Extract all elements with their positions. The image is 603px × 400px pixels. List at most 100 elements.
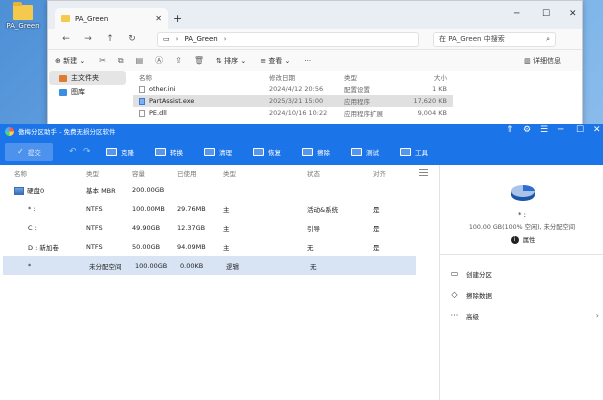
- up-icon[interactable]: ↑: [99, 34, 121, 44]
- address-path: PA_Green: [184, 35, 218, 43]
- app-logo-icon: [5, 126, 14, 136]
- column-header-date[interactable]: 修改日期: [269, 72, 344, 82]
- partition-row[interactable]: * : NTFS 100.00MB 29.76MB 主 活动&系统 是: [0, 199, 438, 218]
- explorer-tab-bar: PA_Green ✕ + ─ ☐ ✕: [48, 1, 582, 29]
- new-button[interactable]: ⊕ 新建 ⌄: [55, 56, 85, 66]
- column-header-type[interactable]: 类型: [223, 168, 307, 178]
- chevron-right-icon: ›: [595, 311, 599, 320]
- redo-icon[interactable]: ↷: [83, 147, 97, 157]
- partition-row[interactable]: C : NTFS 49.90GB 12.37GB 主 引导 是: [0, 218, 438, 237]
- partition-assistant-window: 傲梅分区助手 - 免费无损分区软件 ⇑ ⚙ ☰ ─ ☐ ✕ ✓ 提交 ↶ ↷ 克…: [0, 124, 603, 400]
- app-icon: [139, 97, 145, 105]
- column-header-size[interactable]: 大小: [409, 72, 447, 82]
- minimize-icon[interactable]: ─: [514, 9, 519, 19]
- menu-icon[interactable]: ☰: [540, 125, 548, 135]
- settings-icon[interactable]: ⚙: [523, 125, 531, 135]
- column-header-align[interactable]: 对齐: [373, 168, 413, 178]
- wipe-button[interactable]: 擦除: [302, 147, 342, 157]
- column-header-used[interactable]: 已使用: [177, 168, 223, 178]
- file-row[interactable]: PartAssist.exe 2025/3/21 15:00 应用程序 17,6…: [133, 95, 453, 107]
- sidebar-item-gallery[interactable]: 图库: [49, 85, 126, 99]
- share-icon[interactable]: ⇪: [175, 56, 182, 65]
- partition-info: * : 100.00 GB(100% 空闲), 未分配空间 i 属性: [440, 165, 603, 255]
- undo-icon[interactable]: ↶: [69, 147, 83, 157]
- clone-icon: [106, 147, 117, 156]
- address-bar[interactable]: ▭ › PA_Green ›: [157, 31, 419, 47]
- create-partition-icon: ▭: [450, 269, 459, 278]
- selected-partition-capacity: 100.00 GB(100% 空闲), 未分配空间: [468, 224, 576, 231]
- test-icon: [351, 147, 362, 156]
- properties-button[interactable]: i 属性: [502, 233, 544, 246]
- explorer-toolbar: ⊕ 新建 ⌄ ✂ ⧉ ▤ Ⓐ ⇪ 🗑 ⇅ 排序 ⌄ ≡ 查看 ⌄ ··· ▥ 详…: [48, 49, 582, 71]
- sort-button[interactable]: ⇅ 排序 ⌄: [216, 56, 246, 66]
- disk-row[interactable]: 硬盘0 基本 MBR 200.00GB: [0, 180, 438, 199]
- clone-button[interactable]: 克隆: [106, 147, 146, 157]
- rename-icon[interactable]: Ⓐ: [155, 55, 163, 66]
- disk-icon: [14, 186, 24, 195]
- more-icon: ···: [450, 311, 459, 320]
- partition-row[interactable]: D : 新加卷 NTFS 50.00GB 94.09MB 主 无 是: [0, 237, 438, 256]
- clean-icon: [204, 147, 215, 156]
- explorer-body: 主文件夹 图库 名称 修改日期 类型 大小 other.ini 2024/4/1…: [48, 71, 582, 124]
- folder-icon: [61, 15, 70, 22]
- delete-icon[interactable]: 🗑: [194, 56, 204, 65]
- desktop-folder-icon[interactable]: PA_Green: [3, 2, 43, 30]
- submit-button[interactable]: ✓ 提交: [5, 142, 53, 161]
- dll-file-icon: [139, 109, 145, 117]
- advanced-button[interactable]: ··· 高级 ›: [440, 305, 603, 326]
- recover-button[interactable]: 恢复: [253, 147, 293, 157]
- paste-icon[interactable]: ▤: [136, 56, 144, 65]
- pa-toolbar: ✓ 提交 ↶ ↷ 克隆 转换 清理 恢复 擦除 测试 工具: [0, 138, 603, 165]
- search-placeholder: 在 PA_Green 中搜索: [439, 35, 505, 43]
- file-explorer-window: PA_Green ✕ + ─ ☐ ✕ ← → ↑ ↻ ▭ › PA_Green …: [47, 0, 583, 124]
- new-tab-icon[interactable]: +: [173, 12, 182, 25]
- explorer-tab[interactable]: PA_Green ✕: [55, 8, 168, 29]
- eraser-icon: ◇: [451, 290, 458, 299]
- copy-icon[interactable]: ⧉: [118, 56, 124, 66]
- test-button[interactable]: 测试: [351, 147, 391, 157]
- upgrade-icon[interactable]: ⇑: [506, 125, 514, 135]
- column-header-name[interactable]: 名称: [133, 72, 269, 82]
- search-input[interactable]: 在 PA_Green 中搜索 ⌕: [433, 31, 556, 47]
- column-header-name[interactable]: 名称: [0, 168, 86, 178]
- column-settings-icon[interactable]: [419, 169, 428, 176]
- cut-icon[interactable]: ✂: [99, 56, 106, 65]
- file-row[interactable]: other.ini 2024/4/12 20:56 配置设置 1 KB: [133, 83, 453, 95]
- close-window-icon[interactable]: ✕: [569, 9, 577, 19]
- monitor-icon: ▭: [163, 35, 170, 43]
- home-icon: [59, 74, 67, 82]
- selected-partition-name: * :: [517, 211, 527, 219]
- partition-table-header: 名称 类型 容量 已使用 类型 状态 对齐: [0, 165, 438, 180]
- wipe-icon: [302, 147, 313, 156]
- column-header-type[interactable]: 类型: [344, 72, 409, 82]
- minimize-icon[interactable]: ─: [558, 125, 563, 135]
- clean-button[interactable]: 清理: [204, 147, 244, 157]
- file-list-header: 名称 修改日期 类型 大小: [133, 71, 453, 83]
- column-header-capacity[interactable]: 容量: [132, 168, 177, 178]
- maximize-icon[interactable]: ☐: [542, 9, 550, 19]
- wipe-data-button[interactable]: ◇ 擦除数据: [440, 284, 603, 305]
- details-button[interactable]: ▥ 详细信息: [524, 56, 561, 66]
- info-icon: i: [510, 235, 519, 244]
- column-header-fs[interactable]: 类型: [86, 168, 132, 178]
- maximize-icon[interactable]: ☐: [576, 125, 584, 135]
- tools-button[interactable]: 工具: [400, 147, 440, 157]
- more-button[interactable]: ···: [304, 57, 311, 65]
- pa-window-title: 傲梅分区助手 - 免费无损分区软件: [18, 128, 116, 136]
- column-header-status[interactable]: 状态: [307, 168, 373, 178]
- create-partition-button[interactable]: ▭ 创建分区: [440, 263, 603, 284]
- close-tab-icon[interactable]: ✕: [155, 14, 162, 23]
- chevron-right-icon: ›: [175, 35, 179, 43]
- close-window-icon[interactable]: ✕: [593, 125, 601, 135]
- convert-icon: [155, 147, 166, 156]
- view-button[interactable]: ≡ 查看 ⌄: [260, 56, 290, 66]
- forward-icon[interactable]: →: [77, 34, 99, 44]
- refresh-icon[interactable]: ↻: [121, 34, 143, 44]
- convert-button[interactable]: 转换: [155, 147, 195, 157]
- sidebar-item-home[interactable]: 主文件夹: [49, 71, 126, 85]
- partition-row-selected[interactable]: * 未分配空间 100.00GB 0.00KB 逻辑 无: [3, 256, 416, 275]
- back-icon[interactable]: ←: [55, 34, 77, 44]
- file-row[interactable]: PE.dll 2024/10/16 10:22 应用程序扩展 9,004 KB: [133, 107, 453, 119]
- recover-icon: [253, 147, 264, 156]
- partition-table: 名称 类型 容量 已使用 类型 状态 对齐 硬盘0 基本 MBR 200.00G…: [0, 165, 438, 400]
